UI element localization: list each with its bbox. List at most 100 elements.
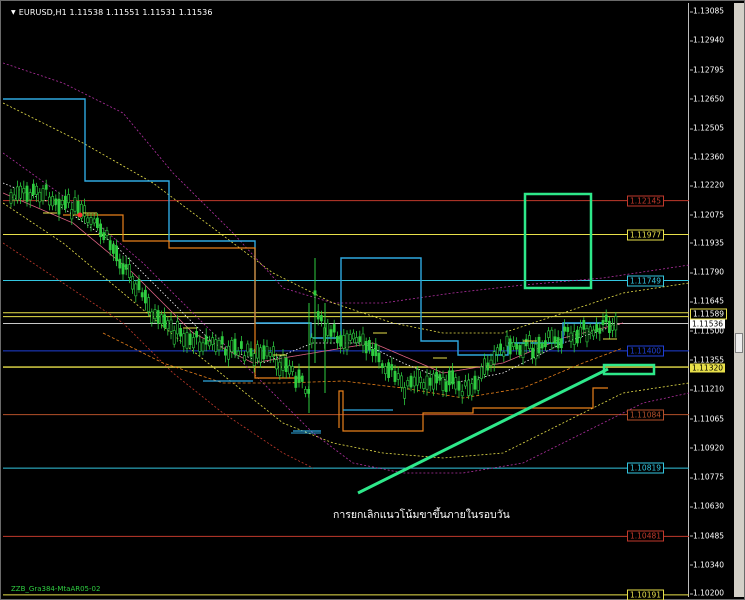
candle-body [115,245,119,262]
candle-body [19,185,23,199]
candle-body [281,355,285,371]
candle-body [447,370,451,386]
candle-body [486,362,490,371]
price-tick: 1.12505 [689,123,725,133]
candle-body [579,326,583,339]
candle-body [364,341,368,354]
price-tick: 1.11645 [689,296,725,306]
candle-body [435,371,439,384]
candle-body [310,337,314,344]
chart-window: ▼ EURUSD,H1 1.11538 1.11551 1.11531 1.115… [0,0,745,600]
candle-body [409,375,413,388]
candle-body [25,185,29,202]
candle-body [422,382,426,389]
ma-curve [3,102,689,334]
candle-body [483,358,487,375]
scroll-thumb[interactable] [735,333,743,353]
candle-body [575,329,579,344]
candle-body [275,359,279,370]
candle-body [16,186,19,201]
candle-body [566,327,570,332]
candle-body [431,373,435,390]
candle-body [550,329,554,343]
price-tick: 1.11935 [689,238,725,248]
candle-body [208,340,211,347]
candle-body [380,363,384,368]
symbol-title: EURUSD,H1 1.11538 1.11551 1.11531 1.1153… [18,8,213,17]
candle-body [47,196,51,206]
candle-body [172,330,176,345]
candle-body [543,340,547,348]
highlight-box [523,192,593,290]
candle-body [540,342,544,349]
chart-title: ▼ EURUSD,H1 1.11538 1.11551 1.11531 1.115… [11,8,213,17]
candle-body [441,376,445,391]
dropdown-arrow-icon[interactable]: ▼ [11,9,16,16]
candle-body [76,200,80,215]
candle-body [54,198,58,205]
candle-body [163,314,167,328]
candle-body [524,338,528,347]
candle-body [128,264,131,278]
level-label: 1.11977 [627,229,665,241]
candle-body [294,375,298,388]
price-tick: 1.10200 [689,588,725,598]
candle-body [489,359,493,366]
candle-body [256,344,259,359]
candle-body [460,391,464,397]
candle-body [479,366,483,379]
candle-body [367,339,371,351]
candle-body [99,223,103,238]
candle-body [265,346,269,357]
current-price-label: 1.11536 [690,319,726,329]
candle-body [463,381,467,387]
candle-body [201,342,205,352]
candle-body [585,327,589,343]
candle-body [451,370,455,385]
candle-body [300,375,304,382]
candle-body [406,380,410,387]
candle-body [9,192,13,204]
candle-body [73,197,77,212]
candle-body [387,362,391,378]
candle-body [511,342,515,347]
vertical-scrollbar[interactable] [734,3,744,597]
level-label: 1.10819 [627,462,665,474]
candle-body [412,376,416,387]
candle-body [92,218,96,224]
candle-body [195,331,199,338]
price-chart[interactable]: ▼ EURUSD,H1 1.11538 1.11551 1.11531 1.115… [3,3,689,600]
candle-body [454,377,458,390]
candle-body [224,348,227,356]
candle-body [556,337,560,349]
candle-body [355,337,359,343]
candle-body [220,336,224,345]
candle-body [358,336,362,343]
candle-body [371,349,375,356]
candle-body [268,352,272,357]
candle-body [547,330,551,338]
candle-body [51,196,55,207]
candle-body [240,341,243,349]
price-tick: 1.13085 [689,6,725,16]
price-axis[interactable]: 1.13085 1.12940 1.12795 1.12650 1.12505 1.123… [689,3,734,598]
candle-body [252,353,256,367]
candle-body [377,352,381,363]
candle-body [582,320,586,330]
candle-body [611,324,615,331]
candle-body [214,339,218,352]
candle-body [607,320,611,333]
candle-body [335,335,339,344]
candle-body [118,258,122,269]
candle-body [176,320,179,335]
level-label: 1.10481 [627,530,665,542]
price-tick: 1.11210 [689,384,725,394]
candle-body [259,347,263,363]
candle-body [348,334,352,341]
candle-body [22,188,26,194]
candle-body [563,326,567,332]
support-price-label: 1.11320 [690,363,726,373]
candle-body [374,343,378,357]
candle-body [147,297,151,312]
candle-body [153,309,157,319]
